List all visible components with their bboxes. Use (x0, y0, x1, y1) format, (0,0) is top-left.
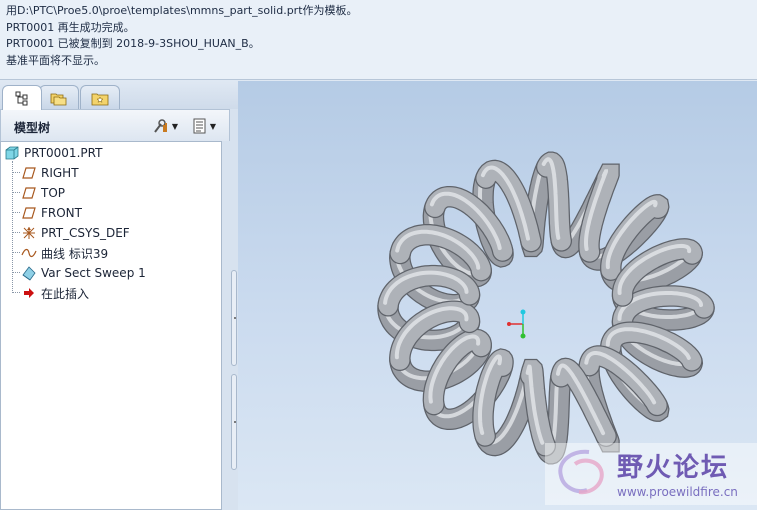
tree-connector (12, 272, 20, 273)
tree-item-front[interactable]: FRONT (20, 203, 82, 223)
message-line: PRT0001 已被复制到 2018-9-3SHOU_HUAN_B。 (6, 37, 260, 50)
navigator-panel: 模型树 ▼ ▼ PRT0001.PRT RIGHT TOP FRONT PRT_… (0, 81, 238, 510)
message-line: 基准平面将不显示。 (6, 53, 105, 67)
panel-splitter[interactable] (230, 270, 238, 510)
insert-arrow-icon (20, 285, 38, 301)
sweep-icon (20, 265, 38, 281)
datum-plane-icon (20, 205, 38, 221)
tree-connector (12, 232, 20, 233)
curve-icon (20, 245, 38, 261)
tree-connector (12, 252, 20, 253)
model-tree-tab[interactable] (2, 85, 42, 110)
datum-plane-icon (20, 185, 38, 201)
tree-item-label: Var Sect Sweep 1 (41, 266, 146, 280)
model-tree-header: 模型树 ▼ ▼ (0, 109, 230, 141)
part-icon (3, 145, 21, 161)
watermark-title: 野火论坛 (617, 453, 730, 483)
favorites-tab[interactable] (80, 85, 120, 109)
tree-item-label: 曲线 标识39 (41, 246, 109, 261)
navigator-tabbar (0, 81, 238, 110)
tree-show-button[interactable]: ▼ (188, 115, 220, 137)
message-line: PRT0001 再生成功完成。 (6, 20, 135, 34)
tree-item-insert-here[interactable]: 在此插入 (20, 283, 89, 303)
watermark-url: www.proewildfire.cn (617, 485, 738, 499)
splitter-grip[interactable] (231, 374, 237, 470)
tree-icon (15, 91, 28, 106)
tree-connector (12, 292, 20, 293)
message-line: 用D:\PTC\Proe5.0\proe\templates\mmns_part… (6, 4, 358, 17)
csys-icon (20, 225, 38, 241)
tree-item-right[interactable]: RIGHT (20, 163, 79, 183)
favorites-icon (91, 93, 109, 105)
tools-icon (154, 119, 167, 133)
datum-plane-icon (20, 165, 38, 181)
watermark-logo-icon (558, 449, 604, 495)
tree-item-part[interactable]: PRT0001.PRT (3, 143, 102, 163)
chevron-down-icon: ▼ (171, 121, 179, 131)
splitter-grip[interactable] (231, 270, 237, 366)
folder-browser-tab[interactable] (39, 85, 79, 109)
tree-item-csys[interactable]: PRT_CSYS_DEF (20, 223, 130, 243)
tree-item-label: 在此插入 (41, 286, 90, 301)
tree-item-curve[interactable]: 曲线 标识39 (20, 243, 108, 263)
tree-item-sweep[interactable]: Var Sect Sweep 1 (20, 263, 146, 283)
tree-item-label: PRT_CSYS_DEF (41, 226, 130, 240)
folder-icon (50, 93, 67, 105)
tree-item-label: PRT0001.PRT (24, 146, 103, 160)
model-tree: PRT0001.PRT RIGHT TOP FRONT PRT_CSYS_DEF… (0, 141, 222, 510)
tree-item-label: TOP (41, 186, 66, 200)
grip-dot (234, 421, 236, 423)
watermark: 野火论坛 www.proewildfire.cn (545, 443, 757, 505)
tree-connector (12, 172, 20, 173)
csys-triad (507, 309, 526, 339)
list-icon (193, 118, 206, 134)
tree-item-label: FRONT (41, 206, 82, 220)
message-area: 用D:\PTC\Proe5.0\proe\templates\mmns_part… (0, 0, 757, 80)
tree-connector (12, 192, 20, 193)
grip-dot (234, 317, 236, 319)
chevron-down-icon: ▼ (209, 121, 217, 131)
model-tree-title: 模型树 (14, 121, 51, 135)
tree-settings-button[interactable]: ▼ (149, 115, 181, 137)
tree-item-label: RIGHT (41, 166, 79, 180)
tree-connector (12, 212, 20, 213)
tree-item-top[interactable]: TOP (20, 183, 65, 203)
